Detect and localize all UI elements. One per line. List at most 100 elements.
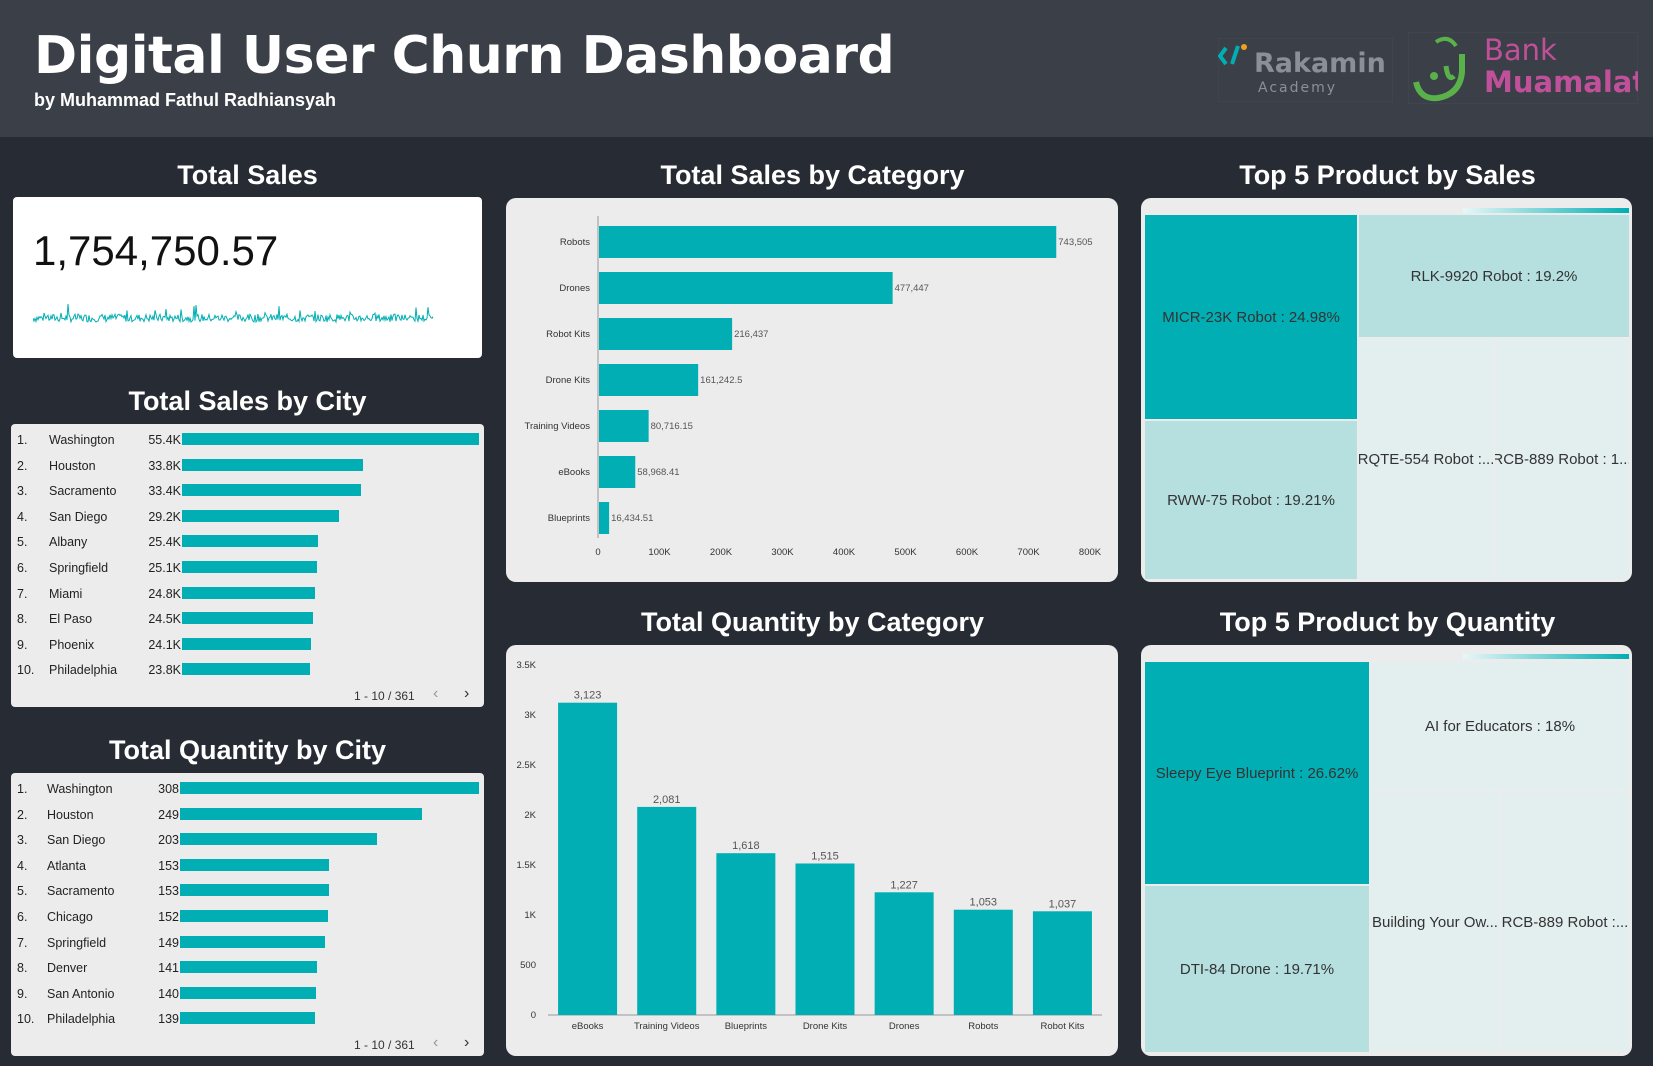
table-row[interactable]: 6. Springfield 25.1K — [11, 556, 484, 581]
city-value: 139 — [158, 1012, 179, 1027]
x-tick-label: 100K — [648, 547, 671, 558]
bar[interactable] — [599, 502, 610, 534]
bar[interactable] — [716, 853, 776, 1015]
city-bar — [180, 807, 422, 820]
total-sales-value: 1,754,750.57 — [33, 227, 279, 274]
bar[interactable] — [953, 909, 1013, 1015]
rank-number: 5. — [17, 535, 28, 550]
treemap-cell[interactable]: MICR-23K Robot : 24.98% — [1145, 215, 1357, 419]
bar-value-label: 161,242.5 — [700, 375, 742, 386]
rank-number: 1. — [17, 782, 28, 796]
pager-prev-icon[interactable]: ‹ — [433, 1034, 438, 1052]
bar[interactable] — [795, 863, 855, 1016]
total-sales-card: 1,754,750.57 — [13, 197, 482, 358]
city-value: 140 — [158, 986, 179, 1001]
bar[interactable] — [558, 702, 618, 1015]
table-row[interactable]: 3. San Diego 203 — [11, 828, 484, 853]
y-tick-label: 1K — [524, 910, 536, 921]
bar-value-label: 1,618 — [732, 840, 760, 852]
table-row[interactable]: 3. Sacramento 33.4K — [11, 479, 484, 504]
rank-number: 2. — [17, 458, 28, 473]
city-bar — [180, 1012, 315, 1025]
category-label: Drones — [559, 283, 590, 294]
bar[interactable] — [1032, 911, 1092, 1015]
rank-number: 7. — [17, 586, 28, 601]
bar[interactable] — [599, 318, 733, 350]
city-value: 25.1K — [148, 561, 181, 575]
city-bar — [180, 782, 479, 794]
rank-number: 9. — [17, 637, 28, 652]
table-row[interactable]: 8. Denver 141 — [11, 956, 484, 981]
dashboard-header: Digital User Churn Dashboard by Muhammad… — [0, 0, 1653, 137]
table-row[interactable]: 8. El Paso 24.5K — [11, 607, 484, 632]
table-row[interactable]: 1. Washington 308 — [11, 777, 484, 802]
bar-value-label: 1,515 — [811, 851, 839, 863]
x-tick-label: 0 — [595, 547, 600, 558]
table-row[interactable]: 9. San Antonio 140 — [11, 982, 484, 1007]
category-label: Drone Kits — [803, 1021, 848, 1032]
city-bar — [182, 663, 310, 676]
pager-next-icon[interactable]: › — [464, 685, 469, 703]
table-row[interactable]: 4. Atlanta 153 — [11, 854, 484, 879]
table-row[interactable]: 2. Houston 249 — [11, 803, 484, 828]
svg-text:Rakamin: Rakamin — [1254, 48, 1386, 79]
bar[interactable] — [874, 892, 934, 1015]
svg-text:Academy: Academy — [1258, 80, 1337, 96]
table-row[interactable]: 6. Chicago 152 — [11, 905, 484, 930]
table-row[interactable]: 10. Philadelphia 23.8K — [11, 658, 484, 683]
table-row[interactable]: 1. Washington 55.4K — [11, 428, 484, 453]
treemap-cell[interactable]: RCB-889 Robot : 1... — [1495, 339, 1629, 579]
table-row[interactable]: 5. Sacramento 153 — [11, 879, 484, 904]
city-bar — [180, 910, 328, 922]
top5-sales-title: Top 5 Product by Sales — [1239, 160, 1536, 190]
rank-number: 10. — [17, 663, 35, 678]
table-row[interactable]: 4. San Diego 29.2K — [11, 505, 484, 530]
category-label: Blueprints — [548, 513, 590, 524]
city-bar — [180, 986, 316, 999]
city-value: 149 — [158, 935, 179, 950]
bar-value-label: 3,123 — [574, 690, 602, 702]
treemap-cell[interactable]: Sleepy Eye Blueprint : 26.62% — [1145, 662, 1369, 884]
sales-by-city-title: Total Sales by City — [128, 386, 367, 416]
bar-value-label: 1,053 — [970, 897, 998, 909]
rank-number: 3. — [17, 833, 28, 848]
table-row[interactable]: 2. Houston 33.8K — [11, 454, 484, 479]
table-row[interactable]: 7. Miami 24.8K — [11, 582, 484, 607]
city-value: 249 — [158, 807, 179, 822]
bar[interactable] — [599, 410, 649, 442]
city-name: San Diego — [49, 509, 108, 524]
rank-number: 10. — [17, 1012, 35, 1027]
treemap-cell[interactable]: RWW-75 Robot : 19.21% — [1145, 421, 1357, 579]
table-row[interactable]: 10. Philadelphia 139 — [11, 1007, 484, 1032]
treemap-cell[interactable]: Building Your Ow... — [1371, 792, 1499, 1052]
treemap-cell[interactable]: DTI-84 Drone : 19.71% — [1145, 886, 1369, 1052]
treemap-cell[interactable]: RCB-889 Robot :... — [1501, 792, 1629, 1052]
city-bar — [182, 637, 312, 650]
table-row[interactable]: 9. Phoenix 24.1K — [11, 633, 484, 658]
pager-prev-icon[interactable]: ‹ — [433, 685, 438, 703]
bar[interactable] — [599, 272, 893, 304]
category-label: Drone Kits — [546, 375, 591, 386]
sales-city-pager-text: 1 - 10 / 361 — [354, 689, 415, 703]
bar[interactable] — [599, 364, 699, 396]
x-tick-label: 600K — [956, 547, 979, 558]
city-bar — [182, 458, 364, 471]
bar[interactable] — [599, 226, 1057, 258]
page-title: Digital User Churn Dashboard — [34, 26, 895, 86]
treemap-cell[interactable]: RLK-9920 Robot : 19.2% — [1359, 215, 1629, 337]
city-value: 33.4K — [148, 484, 181, 499]
treemap-cell[interactable]: RQTE-554 Robot :... — [1359, 339, 1493, 579]
y-tick-label: 3K — [524, 710, 536, 721]
city-name: Phoenix — [49, 637, 95, 652]
bar-value-label: 16,434.51 — [611, 513, 653, 524]
category-label: Training Videos — [634, 1021, 700, 1032]
table-row[interactable]: 5. Albany 25.4K — [11, 530, 484, 555]
quantity-by-category-chart: 0 500 1K 1.5K 2K 2.5K 3K 3.5K 3,123 eBooks 2,081 Tr… — [516, 660, 1102, 1032]
pager-next-icon[interactable]: › — [464, 1034, 469, 1052]
quantity-by-city-table: 1. Washington 308 2. Houston 249 3. San Diego 20… — [11, 773, 484, 1056]
bar[interactable] — [599, 456, 636, 488]
table-row[interactable]: 7. Springfield 149 — [11, 931, 484, 956]
city-name: Houston — [47, 807, 94, 822]
treemap-cell[interactable]: AI for Educators : 18% — [1371, 662, 1629, 790]
bar[interactable] — [637, 806, 697, 1015]
